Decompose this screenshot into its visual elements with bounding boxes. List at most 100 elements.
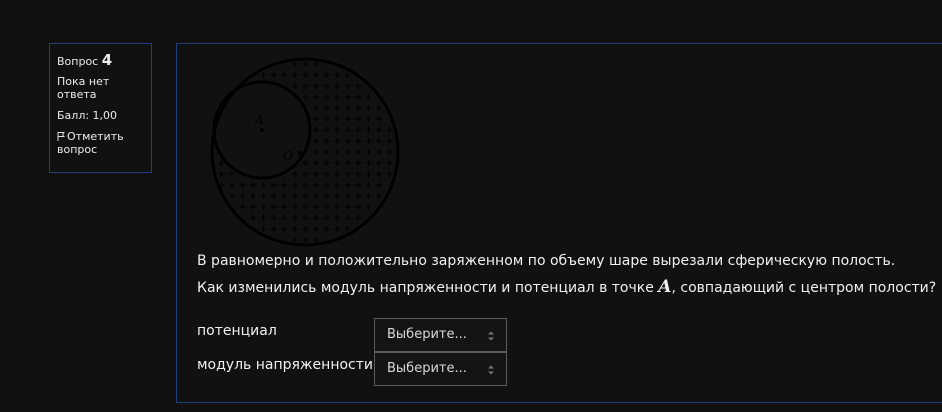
plus-sign bbox=[365, 193, 372, 199]
plus-sign bbox=[334, 193, 340, 199]
plus-sign bbox=[334, 160, 340, 166]
plus-sign bbox=[323, 138, 330, 144]
plus-sign bbox=[344, 226, 351, 232]
plus-sign bbox=[302, 237, 309, 243]
plus-sign bbox=[355, 215, 361, 221]
question-state: Пока нет ответа bbox=[57, 75, 110, 101]
plus-sign bbox=[260, 72, 267, 78]
plus-sign bbox=[313, 204, 319, 210]
plus-sign bbox=[281, 215, 288, 221]
plus-sign bbox=[302, 72, 309, 78]
plus-sign bbox=[365, 171, 372, 177]
plus-sign bbox=[313, 193, 319, 199]
plus-sign bbox=[376, 149, 382, 155]
plus-sign bbox=[281, 182, 288, 188]
plus-sign bbox=[334, 94, 340, 100]
plus-sign bbox=[302, 94, 309, 100]
field-strength-select[interactable]: Выберите... bbox=[374, 352, 507, 386]
plus-sign bbox=[313, 237, 319, 243]
plus-sign bbox=[250, 215, 256, 221]
plus-sign bbox=[313, 171, 319, 177]
plus-sign bbox=[250, 204, 256, 210]
plus-sign bbox=[292, 171, 298, 177]
plus-sign bbox=[365, 182, 372, 188]
plus-sign bbox=[260, 215, 267, 221]
plus-sign bbox=[313, 61, 319, 67]
plus-sign bbox=[260, 226, 267, 232]
potential-select[interactable]: Выберите... bbox=[374, 318, 507, 352]
plus-sign bbox=[302, 182, 309, 188]
plus-sign bbox=[271, 72, 277, 78]
plus-sign bbox=[302, 193, 309, 199]
plus-sign bbox=[376, 193, 382, 199]
plus-sign bbox=[292, 204, 298, 210]
plus-sign bbox=[313, 215, 319, 221]
answer-label-potential: потенциал bbox=[197, 323, 277, 339]
plus-sign bbox=[250, 182, 256, 188]
plus-sign bbox=[302, 226, 309, 232]
plus-sign bbox=[344, 138, 351, 144]
plus-sign bbox=[250, 193, 256, 199]
plus-sign bbox=[313, 72, 319, 78]
plus-sign bbox=[292, 83, 298, 89]
plus-sign bbox=[355, 127, 361, 133]
plus-sign bbox=[323, 127, 330, 133]
plus-sign bbox=[239, 204, 246, 210]
plus-sign bbox=[292, 61, 298, 67]
plus-sign bbox=[271, 204, 277, 210]
plus-sign bbox=[313, 182, 319, 188]
select-arrows-icon bbox=[488, 365, 494, 375]
plus-sign bbox=[355, 204, 361, 210]
plus-sign bbox=[323, 182, 330, 188]
plus-sign bbox=[365, 204, 372, 210]
plus-sign bbox=[334, 72, 340, 78]
plus-sign bbox=[386, 127, 393, 133]
plus-sign bbox=[355, 160, 361, 166]
plus-sign bbox=[344, 105, 351, 111]
plus-sign bbox=[260, 204, 267, 210]
plus-sign bbox=[323, 105, 330, 111]
plus-sign bbox=[344, 204, 351, 210]
plus-sign bbox=[386, 149, 393, 155]
plus-sign bbox=[323, 171, 330, 177]
plus-sign bbox=[334, 215, 340, 221]
plus-sign bbox=[355, 182, 361, 188]
math-point-a: A bbox=[658, 277, 672, 297]
plus-sign bbox=[229, 193, 235, 199]
plus-sign bbox=[271, 226, 277, 232]
flag-icon bbox=[57, 130, 67, 143]
answer-label-field-strength: модуль напряженности bbox=[197, 357, 373, 373]
plus-sign bbox=[344, 72, 351, 78]
plus-sign bbox=[386, 138, 393, 144]
plus-sign bbox=[355, 94, 361, 100]
plus-sign bbox=[344, 193, 351, 199]
question-info-panel: Вопрос 4 Пока нет ответа Балл: 1,00 Отме… bbox=[49, 43, 152, 173]
plus-sign bbox=[355, 83, 361, 89]
plus-sign bbox=[218, 171, 225, 177]
plus-sign bbox=[323, 72, 330, 78]
plus-sign bbox=[281, 72, 288, 78]
plus-sign bbox=[302, 171, 309, 177]
plus-sign bbox=[365, 105, 372, 111]
plus-sign bbox=[323, 94, 330, 100]
page: Вопрос 4 Пока нет ответа Балл: 1,00 Отме… bbox=[0, 0, 942, 412]
plus-sign bbox=[344, 171, 351, 177]
plus-sign bbox=[313, 160, 319, 166]
plus-sign bbox=[365, 94, 372, 100]
point-a-label: A bbox=[254, 113, 264, 127]
plus-sign bbox=[365, 116, 372, 122]
center-a-dot bbox=[259, 127, 265, 133]
plus-sign bbox=[334, 204, 340, 210]
plus-sign bbox=[302, 215, 309, 221]
flag-question-link[interactable]: Отметить вопрос bbox=[57, 130, 144, 156]
plus-sign bbox=[355, 105, 361, 111]
plus-sign bbox=[313, 94, 319, 100]
question-line-2-start: Как изменились модуль напряженности и по… bbox=[197, 280, 659, 296]
plus-sign bbox=[313, 226, 319, 232]
plus-sign bbox=[365, 160, 372, 166]
plus-sign bbox=[292, 226, 298, 232]
plus-sign bbox=[344, 182, 351, 188]
plus-sign bbox=[302, 204, 309, 210]
question-text: В равномерно и положительно заряженном п… bbox=[197, 248, 937, 301]
plus-sign bbox=[313, 83, 319, 89]
